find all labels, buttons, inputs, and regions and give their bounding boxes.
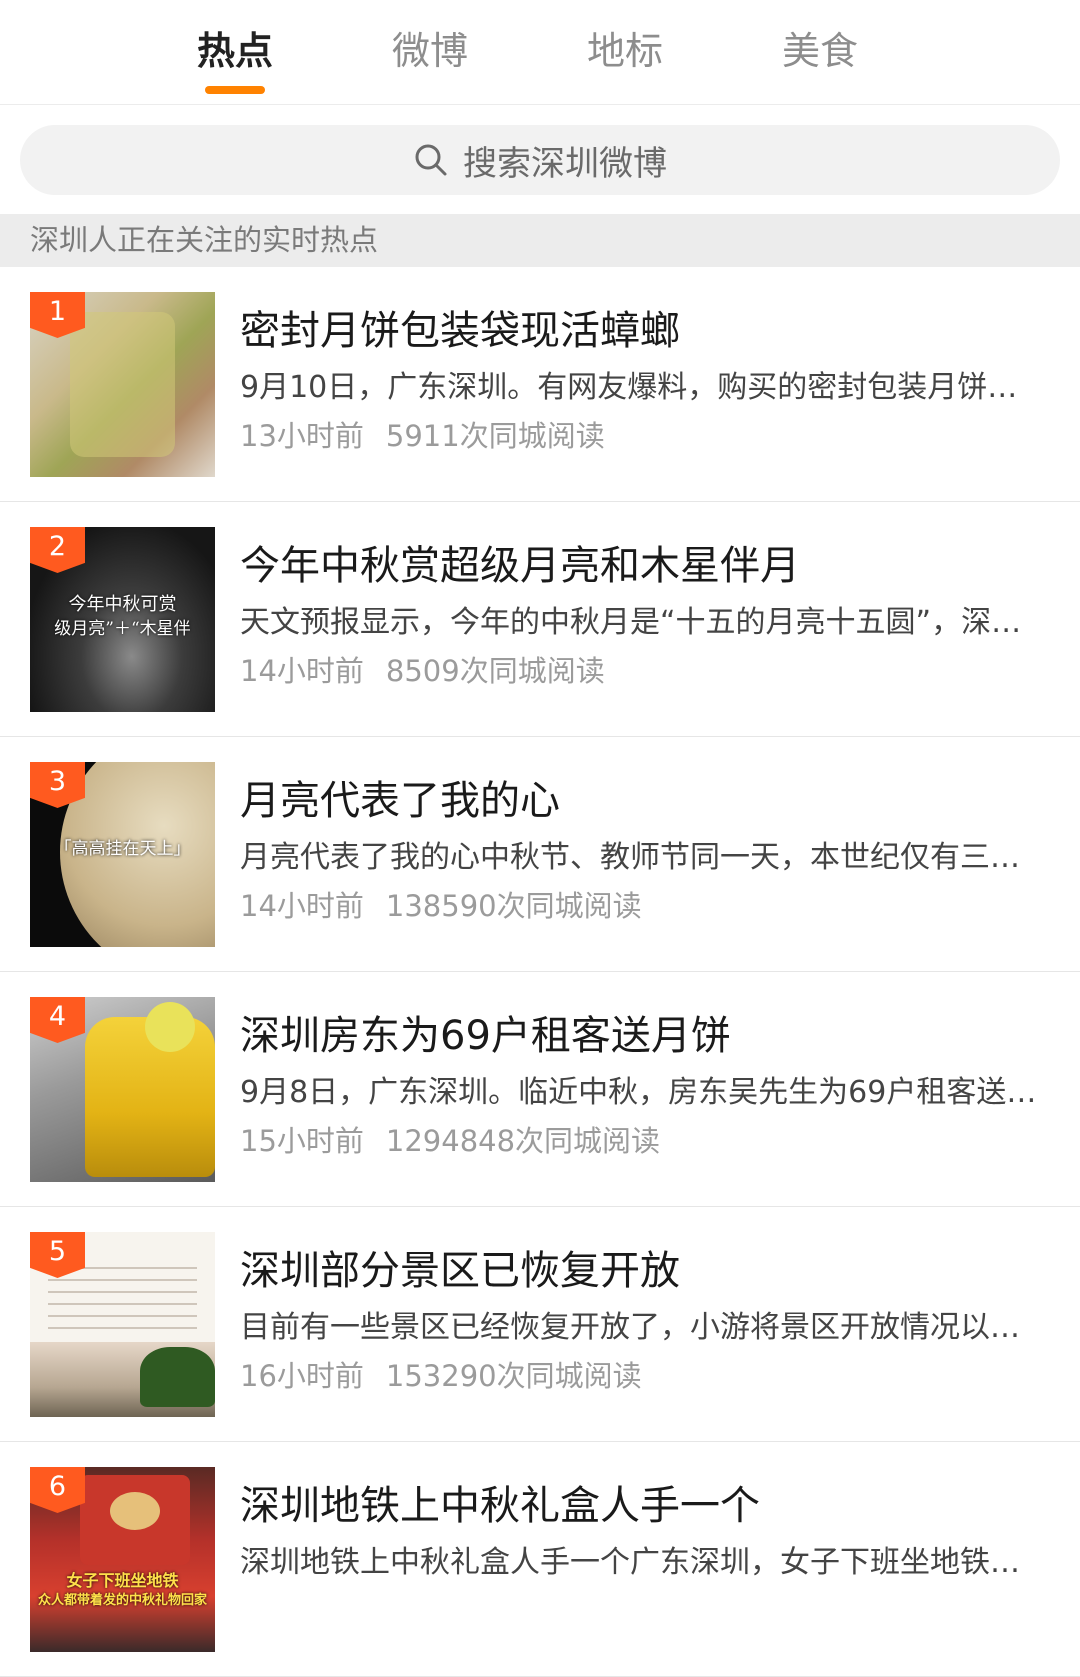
list-item[interactable]: 4 深圳房东为69户租客送月饼 9月8日，广东深圳。临近中秋，房东吴先生为69户…	[0, 972, 1080, 1207]
item-reads: 138590次同城阅读	[385, 889, 642, 923]
item-meta: 14小时前 138590次同城阅读	[240, 885, 642, 927]
list-item[interactable]: 「高高挂在天上」 3 月亮代表了我的心 月亮代表了我的心中秋节、教师节同一天，本…	[0, 737, 1080, 972]
item-meta: 16小时前 153290次同城阅读	[240, 1355, 642, 1397]
search-bar[interactable]: 搜索深圳微博	[20, 125, 1060, 195]
item-meta: 15小时前 1294848次同城阅读	[240, 1120, 660, 1162]
item-summary: 9月8日，广东深圳。临近中秋，房东吴先生为69户租客送物…	[240, 1075, 1040, 1110]
item-summary: 目前有一些景区已经恢复开放了，小游将景区开放情况以及…	[240, 1310, 1040, 1345]
item-summary: 深圳地铁上中秋礼盒人手一个广东深圳，女子下班坐地铁，…	[240, 1545, 1040, 1580]
tab-weibo[interactable]: 微博	[350, 24, 510, 78]
section-title: 深圳人正在关注的实时热点	[30, 223, 379, 257]
thumbnail-caption: 今年中秋可赏	[68, 594, 177, 615]
list-item[interactable]: 1 密封月饼包装袋现活蟑螂 9月10日，广东深圳。有网友爆料，购买的密封包装月饼…	[0, 267, 1080, 502]
active-tab-indicator	[205, 86, 265, 94]
item-summary: 9月10日，广东深圳。有网友爆料，购买的密封包装月饼，…	[240, 370, 1040, 405]
thumbnail-caption: 「高高挂在天上」	[54, 839, 191, 859]
item-reads: 1294848次同城阅读	[385, 1124, 661, 1158]
thumbnail-caption: 众人都带着发的中秋礼物回家	[37, 1593, 207, 1608]
item-title: 深圳房东为69户租客送月饼	[240, 1013, 731, 1059]
tab-label: 地标	[586, 29, 663, 73]
item-meta	[240, 1590, 262, 1632]
tab-label: 微博	[391, 29, 468, 73]
list-item[interactable]: 女子下班坐地铁 众人都带着发的中秋礼物回家 6 深圳地铁上中秋礼盒人手一个 深圳…	[0, 1442, 1080, 1677]
tab-landmark[interactable]: 地标	[545, 24, 705, 78]
tab-label: 美食	[781, 29, 858, 73]
top-tab-bar: 热点 微博 地标 美食	[0, 0, 1080, 105]
item-title: 月亮代表了我的心	[240, 778, 560, 824]
item-reads: 153290次同城阅读	[385, 1359, 642, 1393]
tab-hot[interactable]: 热点	[155, 24, 315, 94]
item-title: 密封月饼包装袋现活蟑螂	[240, 308, 680, 354]
list-item[interactable]: 5 深圳部分景区已恢复开放 目前有一些景区已经恢复开放了，小游将景区开放情况以及…	[0, 1207, 1080, 1442]
search-icon	[415, 144, 447, 176]
item-meta: 14小时前 8509次同城阅读	[240, 650, 605, 692]
list-item[interactable]: 今年中秋可赏 级月亮”＋“木星伴 2 今年中秋赏超级月亮和木星伴月 天文预报显示…	[0, 502, 1080, 737]
thumbnail-caption: 级月亮”＋“木星伴	[54, 619, 191, 639]
item-time: 14小时前	[240, 654, 364, 688]
item-summary: 月亮代表了我的心中秋节、教师节同一天，本世纪仅有三次…	[240, 840, 1040, 875]
item-title: 深圳地铁上中秋礼盒人手一个	[240, 1483, 760, 1529]
search-placeholder: 搜索深圳微博	[463, 143, 667, 184]
hot-topic-list: 1 密封月饼包装袋现活蟑螂 9月10日，广东深圳。有网友爆料，购买的密封包装月饼…	[0, 267, 1080, 1677]
item-reads: 5911次同城阅读	[385, 419, 605, 453]
item-title: 今年中秋赏超级月亮和木星伴月	[240, 543, 800, 589]
tab-food[interactable]: 美食	[740, 24, 900, 78]
item-time: 15小时前	[240, 1124, 364, 1158]
item-reads: 8509次同城阅读	[385, 654, 605, 688]
section-header: 深圳人正在关注的实时热点	[0, 214, 1080, 267]
item-title: 深圳部分景区已恢复开放	[240, 1248, 680, 1294]
tab-label: 热点	[196, 29, 273, 73]
item-meta: 13小时前 5911次同城阅读	[240, 415, 605, 457]
item-time: 14小时前	[240, 889, 364, 923]
item-summary: 天文预报显示，今年的中秋月是“十五的月亮十五圆”，深圳…	[240, 605, 1040, 640]
item-time: 13小时前	[240, 419, 364, 453]
item-time: 16小时前	[240, 1359, 364, 1393]
